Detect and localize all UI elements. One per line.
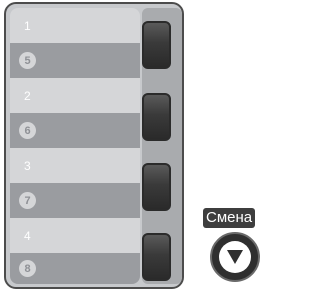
- shift-button[interactable]: [210, 232, 260, 282]
- triangle-down-icon: [227, 250, 243, 264]
- speed-dial-key-4-8[interactable]: [142, 233, 171, 281]
- speed-dial-key-3-7[interactable]: [142, 163, 171, 211]
- speed-dial-label: 2: [24, 88, 31, 103]
- shift-label: Смена: [203, 208, 256, 228]
- speed-dial-labels: 1 5 2 6 3 7 4 8: [10, 8, 140, 284]
- label-row: 1: [10, 8, 140, 43]
- label-row: 7: [10, 183, 140, 218]
- speed-dial-shift-label: 7: [19, 192, 36, 209]
- shift-button-face: [219, 241, 251, 273]
- label-row: 4: [10, 218, 140, 253]
- speed-dial-label: 4: [24, 228, 31, 243]
- label-row: 3: [10, 148, 140, 183]
- speed-dial-shift-label: 6: [19, 122, 36, 139]
- speed-dial-shift-label: 5: [19, 52, 36, 69]
- speed-dial-key-1-5[interactable]: [142, 21, 171, 69]
- label-row: 2: [10, 78, 140, 113]
- label-row: 5: [10, 43, 140, 78]
- speed-dial-key-2-6[interactable]: [142, 93, 171, 141]
- label-row: 6: [10, 113, 140, 148]
- speed-dial-label: 3: [24, 158, 31, 173]
- label-row: 8: [10, 253, 140, 284]
- speed-dial-label: 1: [24, 18, 31, 33]
- speed-dial-shift-label: 8: [19, 260, 36, 277]
